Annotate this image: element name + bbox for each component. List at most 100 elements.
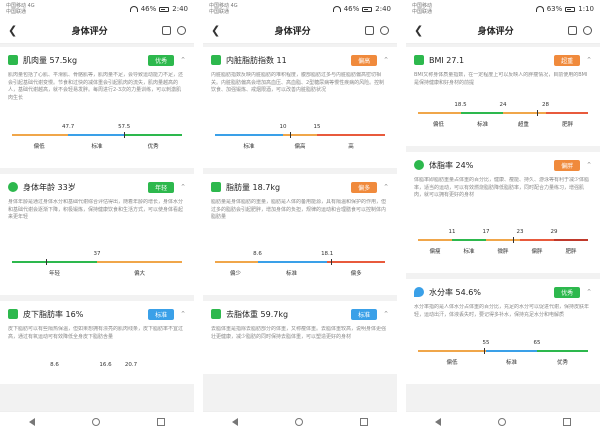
tick-label: 55 (482, 340, 490, 346)
range-scale: 10 15 标准 偏高 高 (215, 124, 385, 160)
range-scale: 8.6 16.6 20.7 (12, 362, 182, 376)
history-icon[interactable] (582, 26, 592, 35)
range-label: 标准 (505, 360, 518, 366)
card-bmi[interactable]: BMI 27.1 超重 ⌃ BMI又称身体质量指数，在一定程度上可以反映人的胖瘦… (406, 47, 600, 146)
back-arrow-icon[interactable]: ❮ (8, 24, 17, 37)
nav-recent-icon[interactable] (563, 417, 572, 426)
card-description: 内脏脂肪指数反映内脏脂肪的堆积程度，腹部脂肪过多与内脏脂肪偏高密切相关。内脏脂肪… (211, 72, 385, 94)
chevron-up-icon[interactable]: ⌃ (383, 56, 389, 64)
battery-level: 46% (343, 5, 360, 13)
molecule-icon (8, 309, 18, 319)
battery-icon (159, 6, 170, 12)
tick-label: 20.7 (124, 362, 138, 368)
value-marker (124, 132, 126, 138)
card-description: 水分率指的是人体水分占体重的百分比，充足的水分可以促进代谢，保持皮肤年轻，运动出… (414, 304, 590, 318)
chevron-up-icon[interactable]: ⌃ (586, 288, 592, 296)
range-scale: 55 65 偏低 标准 优秀 (418, 340, 588, 376)
nav-recent-icon[interactable] (157, 417, 166, 426)
chevron-up-icon[interactable]: ⌃ (586, 161, 592, 169)
card-lean-mass[interactable]: 去脂体重 59.7kg 标准 ⌃ 去脂体重是指除去脂肪部分的体重，又称瘦体重。去… (203, 301, 397, 374)
wifi-icon (332, 6, 341, 12)
tick-label: 28 (542, 102, 549, 108)
nav-home-icon[interactable] (294, 417, 303, 426)
nav-recent-icon[interactable] (360, 417, 369, 426)
chevron-up-icon[interactable]: ⌃ (586, 56, 592, 64)
history-icon[interactable] (176, 26, 186, 35)
nav-back-icon[interactable] (231, 417, 238, 426)
status-badge: 标准 (351, 308, 378, 320)
wifi-icon (535, 6, 544, 12)
card-title: 内脏脂肪指数 11 (226, 55, 287, 65)
page-title: 身体评分 (274, 27, 311, 37)
card-water-rate[interactable]: 水分率 54.6% 优秀 ⌃ 水分率指的是人体水分占体重的百分比，充足的水分可以… (406, 279, 600, 384)
card-visceral-fat[interactable]: 内脏脂肪指数 11 偏高 ⌃ 内脏脂肪指数反映内脏脂肪的堆积程度，腹部脂肪过多与… (203, 47, 397, 168)
chevron-up-icon[interactable]: ⌃ (383, 310, 389, 318)
tick-label: 17 (482, 229, 490, 235)
chevron-up-icon[interactable]: ⌃ (180, 310, 186, 318)
clock: 1:10 (578, 5, 594, 13)
range-label: 偏瘦 (429, 249, 441, 255)
battery-icon (362, 6, 373, 12)
range-label: 偏多 (350, 271, 362, 277)
range-label: 肥胖 (565, 249, 577, 255)
nav-back-icon[interactable] (434, 417, 441, 426)
carrier-2: 中国联通 (6, 9, 27, 15)
range-label: 偏低 (432, 122, 444, 128)
carrier-2: 中国联通 (412, 9, 433, 15)
tick-label: 18.1 (321, 251, 334, 257)
tick-label: 47.7 (61, 124, 75, 130)
back-arrow-icon[interactable]: ❮ (211, 24, 220, 37)
tick-label: 37 (93, 251, 101, 257)
card-muscle[interactable]: 肌肉量 57.5kg 优秀 ⌃ 肌肉量包括了心肌、平滑肌、骨骼肌等，肌肉量不足，… (0, 47, 194, 168)
organ-icon (211, 55, 221, 65)
history-icon[interactable] (379, 26, 389, 35)
share-icon[interactable] (567, 26, 577, 35)
range-label: 偏高 (294, 144, 306, 150)
value-marker (46, 259, 47, 265)
water-drop-icon (414, 287, 424, 297)
status-badge: 优秀 (554, 286, 581, 298)
phone-screen-2: 中国移动 4G 中国联通 46% 2:40 ❮ 身体评分 内脏脂肪指数 11 偏… (203, 0, 397, 431)
card-body-age[interactable]: 身体年龄 33岁 年轻 ⌃ 身体年龄是通过身体水分和基础代谢综合评估得出，随着年… (0, 174, 194, 295)
status-badge: 年轻 (148, 181, 175, 193)
range-label: 肥胖 (562, 122, 574, 128)
clock: 2:40 (172, 5, 188, 13)
chevron-up-icon[interactable]: ⌃ (180, 56, 186, 64)
phone-screen-1: 中国移动 4G 中国联通 46% 2:40 ❮ 身体评分 肌肉量 57.5kg … (0, 0, 194, 431)
card-description: BMI又称身体质量指数，在一定程度上可以反映人的胖瘦情况，目前使用的BMI是保持… (414, 72, 588, 86)
nav-home-icon[interactable] (91, 417, 100, 426)
card-fat-mass[interactable]: 脂肪量 18.7kg 偏多 ⌃ 脂肪量是身体脂肪的重量，脂肪是人体的备用能源，具… (203, 174, 397, 295)
tick-label: 15 (313, 124, 321, 130)
range-scale: 47.7 57.5 偏低 标准 优秀 (12, 124, 182, 160)
score-list: BMI 27.1 超重 ⌃ BMI又称身体质量指数，在一定程度上可以反映人的胖瘦… (406, 44, 600, 411)
share-icon[interactable] (364, 26, 374, 35)
nav-home-icon[interactable] (497, 417, 506, 426)
card-description: 脂肪量是身体脂肪的重量，脂肪是人体的备用能源，具有隔温和保护的作用，但过多的脂肪… (211, 199, 387, 221)
chevron-up-icon[interactable]: ⌃ (383, 183, 389, 191)
range-scale: 18.5 24 28 偏低 标准 超重 肥胖 (418, 102, 588, 138)
card-body-fat-rate[interactable]: 体脂率 24% 偏胖 ⌃ 体脂率即脂肪重量占体重的百分比，健康、瘦能、持久、游泳… (406, 152, 600, 273)
range-label: 标准 (91, 144, 103, 150)
range-label: 偏大 (133, 271, 146, 277)
nav-back-icon[interactable] (28, 417, 35, 426)
clock: 2:40 (375, 5, 391, 13)
back-arrow-icon[interactable]: ❮ (414, 24, 423, 37)
status-badge: 偏胖 (554, 159, 581, 171)
range-label: 标准 (243, 144, 255, 150)
card-title: BMI 27.1 (429, 55, 465, 65)
range-label: 偏胖 (531, 249, 543, 255)
value-marker (330, 259, 332, 265)
card-subcutaneous-fat[interactable]: 皮下脂肪率 16% 标准 ⌃ 皮下脂肪可以有些隔热保温，但如果想拥有漂亮的肌肉线… (0, 301, 194, 384)
status-badge: 标准 (148, 308, 175, 320)
body-icon (211, 309, 221, 319)
range-label: 超重 (517, 122, 529, 128)
chevron-up-icon[interactable]: ⌃ (180, 183, 186, 191)
card-title: 体脂率 24% (429, 160, 474, 170)
status-bar: 中国移动 4G 中国联通 46% 2:40 (203, 0, 397, 18)
battery-level: 63% (546, 5, 563, 13)
range-label: 标准 (463, 249, 475, 255)
tick-label: 57.5 (118, 124, 131, 130)
range-label: 优秀 (147, 144, 159, 150)
share-icon[interactable] (161, 26, 171, 35)
status-badge: 偏高 (351, 54, 378, 66)
